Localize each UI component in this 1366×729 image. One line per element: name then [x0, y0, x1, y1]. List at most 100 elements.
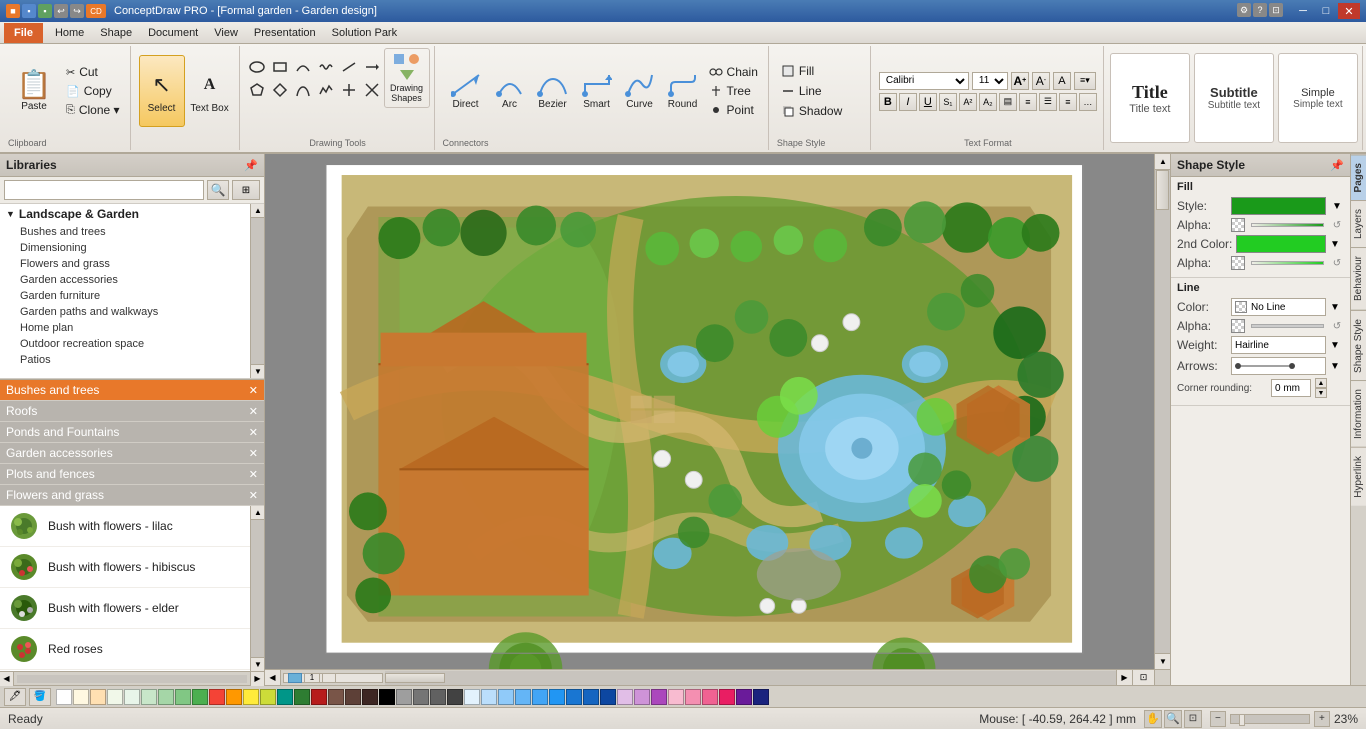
- lib-item-0[interactable]: Bush with flowers - lilac: [0, 506, 250, 547]
- tree-item-4[interactable]: Garden furniture: [0, 288, 250, 304]
- font-shrink-button[interactable]: A-: [1032, 72, 1050, 90]
- panel-close-4[interactable]: ✕: [249, 468, 258, 481]
- panel-item-0[interactable]: Bushes and trees ✕: [0, 380, 264, 401]
- search-input[interactable]: [4, 180, 204, 200]
- h-scroll-left[interactable]: ◀: [265, 670, 281, 686]
- second-alpha-reset[interactable]: ↺: [1330, 256, 1344, 270]
- swatch-lime[interactable]: [260, 689, 276, 705]
- subtitle-text-card[interactable]: Subtitle Subtitle text: [1194, 53, 1274, 143]
- swatch-pink3[interactable]: [702, 689, 718, 705]
- swatch-yellow[interactable]: [243, 689, 259, 705]
- canvas-fit-button[interactable]: ⊡: [1132, 670, 1154, 686]
- view-toggle-button[interactable]: ⊞: [232, 180, 260, 200]
- tree-item-6[interactable]: Home plan: [0, 320, 250, 336]
- view-menu[interactable]: View: [206, 23, 246, 43]
- v-scroll-thumb[interactable]: [1156, 170, 1169, 210]
- panel-close-2[interactable]: ✕: [249, 426, 258, 439]
- simple-text-card[interactable]: Simple Simple text: [1278, 53, 1358, 143]
- swatch-purple2[interactable]: [634, 689, 650, 705]
- swatch-lightgreen2[interactable]: [124, 689, 140, 705]
- presentation-menu[interactable]: Presentation: [246, 23, 324, 43]
- drawing-btn-7[interactable]: [246, 79, 268, 101]
- shape-style-pin[interactable]: 📌: [1330, 158, 1344, 172]
- panel-item-1[interactable]: Roofs ✕: [0, 401, 264, 422]
- swatch-blue2[interactable]: [481, 689, 497, 705]
- settings-icon[interactable]: ⚙: [1237, 3, 1251, 17]
- swatch-lightgreen1[interactable]: [107, 689, 123, 705]
- paint-bucket-button[interactable]: 🪣: [29, 688, 51, 706]
- panel-item-5[interactable]: Flowers and grass ✕: [0, 485, 264, 506]
- swatch-darkblue[interactable]: [600, 689, 616, 705]
- tree-item-7[interactable]: Outdoor recreation space: [0, 336, 250, 352]
- direct-connector-button[interactable]: Direct: [443, 61, 489, 121]
- swatch-gray4[interactable]: [447, 689, 463, 705]
- panel-close-5[interactable]: ✕: [249, 489, 258, 502]
- icons-scroll-up[interactable]: ▲: [251, 506, 264, 520]
- minimize-button[interactable]: ─: [1292, 3, 1314, 19]
- text-box-button[interactable]: A Text Box: [187, 55, 233, 127]
- swatch-darkgreen[interactable]: [294, 689, 310, 705]
- swatch-lightgreen5[interactable]: [175, 689, 191, 705]
- fill-alpha-slider[interactable]: [1251, 223, 1324, 227]
- drawing-btn-5[interactable]: [338, 56, 360, 78]
- align-block-button[interactable]: ▤: [999, 93, 1017, 111]
- shape-style-tab[interactable]: Shape Style: [1351, 310, 1366, 381]
- tree-scroll-up[interactable]: ▲: [251, 204, 264, 218]
- swatch-pink2[interactable]: [685, 689, 701, 705]
- swatch-gray1[interactable]: [396, 689, 412, 705]
- drawing-btn-8[interactable]: [269, 79, 291, 101]
- canvas-viewport[interactable]: [265, 154, 1154, 669]
- swatch-white[interactable]: [56, 689, 72, 705]
- swatch-blue7[interactable]: [566, 689, 582, 705]
- drawing-btn-2[interactable]: [269, 56, 291, 78]
- corner-increment[interactable]: ▲: [1315, 378, 1327, 388]
- v-scroll-up[interactable]: ▲: [1155, 154, 1170, 170]
- information-tab[interactable]: Information: [1351, 380, 1366, 447]
- panel-item-4[interactable]: Plots and fences ✕: [0, 464, 264, 485]
- fit-tool[interactable]: ⊡: [1184, 710, 1202, 728]
- swatch-blue3[interactable]: [498, 689, 514, 705]
- strikethrough-button[interactable]: S₁: [939, 93, 957, 111]
- tree-button[interactable]: Tree: [705, 82, 762, 100]
- h-scroll-thumb[interactable]: [385, 673, 445, 683]
- tree-item-8[interactable]: Patios: [0, 352, 250, 368]
- hand-tool[interactable]: ✋: [1144, 710, 1162, 728]
- swatch-lightyellow[interactable]: [73, 689, 89, 705]
- swatch-darkbrown[interactable]: [362, 689, 378, 705]
- swatch-darkpurple[interactable]: [736, 689, 752, 705]
- bold-button[interactable]: B: [879, 93, 897, 111]
- drawing-shapes-button[interactable]: Drawing Shapes: [384, 48, 430, 108]
- fill-toggle[interactable]: Fill: [777, 62, 846, 80]
- font-name-select[interactable]: Calibri: [879, 72, 969, 90]
- page-nav-right[interactable]: [322, 673, 336, 683]
- line-alpha-reset[interactable]: ↺: [1330, 319, 1344, 333]
- zoom-thumb[interactable]: [1239, 714, 1245, 726]
- second-color-swatch[interactable]: [1236, 235, 1326, 253]
- panel-close-0[interactable]: ✕: [249, 384, 258, 397]
- swatch-pink4[interactable]: [719, 689, 735, 705]
- zoom-in-button[interactable]: +: [1314, 711, 1330, 727]
- shadow-toggle[interactable]: Shadow: [777, 102, 846, 120]
- page-nav-left[interactable]: [288, 673, 302, 683]
- swatch-red1[interactable]: [209, 689, 225, 705]
- zoom-out-button[interactable]: −: [1210, 711, 1226, 727]
- drawing-btn-6[interactable]: [361, 56, 383, 78]
- line-toggle[interactable]: Line: [777, 82, 846, 100]
- expand-icon[interactable]: ⊡: [1269, 3, 1283, 17]
- drawing-btn-12[interactable]: [361, 79, 383, 101]
- curve-connector-button[interactable]: Curve: [619, 61, 661, 121]
- home-menu[interactable]: Home: [47, 23, 92, 43]
- arrows-dropdown[interactable]: ▼: [1330, 361, 1344, 372]
- corner-value-field[interactable]: 0 mm: [1271, 379, 1311, 397]
- corner-decrement[interactable]: ▼: [1315, 388, 1327, 398]
- page-1[interactable]: 1: [304, 673, 320, 683]
- swatch-brown1[interactable]: [328, 689, 344, 705]
- lib-scroll-left[interactable]: ◀: [0, 672, 14, 686]
- zoom-slider[interactable]: [1230, 714, 1310, 724]
- swatch-green[interactable]: [192, 689, 208, 705]
- second-alpha-slider[interactable]: [1251, 261, 1324, 265]
- swatch-brown2[interactable]: [345, 689, 361, 705]
- copy-button[interactable]: 📄 Copy: [62, 82, 124, 100]
- pages-tab[interactable]: Pages: [1351, 154, 1366, 200]
- chain-button[interactable]: Chain: [705, 63, 762, 81]
